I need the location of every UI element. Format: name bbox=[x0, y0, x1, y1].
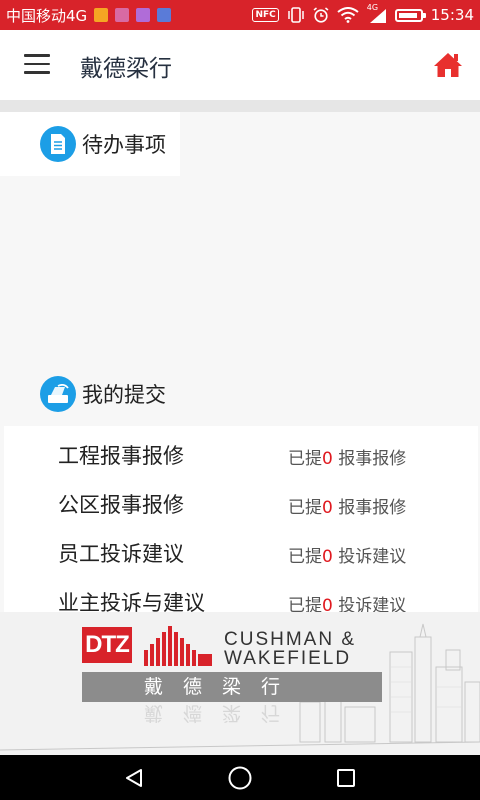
notification-app-icon bbox=[136, 8, 151, 22]
page-title: 戴德梁行 bbox=[80, 56, 172, 82]
status-bar: 中国移动4G NFC 4G 15:34 bbox=[0, 0, 480, 30]
submit-icon bbox=[40, 376, 76, 412]
submission-count: 0 bbox=[322, 498, 333, 518]
clock: 15:34 bbox=[430, 6, 474, 24]
recent-apps-icon[interactable] bbox=[316, 755, 376, 800]
notification-app-icon bbox=[157, 8, 172, 22]
cushman-building-logo bbox=[144, 626, 212, 666]
brand-banner: DTZ CUSHMAN & WAKEFIELD 戴德梁行 戴德梁行 bbox=[0, 612, 480, 755]
battery-icon bbox=[394, 8, 426, 22]
submission-status: 已提0 投诉建议 bbox=[288, 547, 407, 567]
submission-row-staff-complaint[interactable]: 员工投诉建议 已提0 投诉建议 bbox=[4, 528, 478, 577]
app-bar: 戴德梁行 bbox=[0, 30, 480, 100]
notification-app-icon bbox=[94, 8, 109, 22]
dtz-logo: DTZ bbox=[82, 627, 132, 663]
notification-app-icon bbox=[115, 8, 130, 22]
chinese-brand-reflection: 戴德梁行 bbox=[144, 702, 301, 724]
submission-label: 员工投诉建议 bbox=[58, 542, 184, 566]
wifi-icon bbox=[337, 7, 359, 23]
wordmark-line2: WAKEFIELD bbox=[224, 648, 352, 669]
submission-row-engineering-repair[interactable]: 工程报事报修 已提0 报事报修 bbox=[4, 430, 478, 479]
submissions-title: 我的提交 bbox=[82, 383, 166, 407]
submission-status: 已提0 报事报修 bbox=[288, 449, 407, 469]
menu-icon[interactable] bbox=[24, 54, 50, 76]
vibrate-icon bbox=[288, 7, 304, 23]
todo-title: 待办事项 bbox=[82, 133, 166, 157]
submission-row-public-repair[interactable]: 公区报事报修 已提0 报事报修 bbox=[4, 479, 478, 528]
submission-count: 0 bbox=[322, 449, 333, 469]
home-icon[interactable] bbox=[432, 50, 464, 80]
document-icon bbox=[40, 126, 76, 162]
submissions-section-header: 我的提交 bbox=[0, 362, 480, 426]
chinese-brand-name: 戴德梁行 bbox=[82, 672, 382, 702]
cushman-wakefield-wordmark: CUSHMAN & WAKEFIELD bbox=[224, 630, 356, 668]
todo-section-header: 待办事项 bbox=[0, 112, 180, 176]
submission-label: 公区报事报修 bbox=[58, 493, 184, 517]
submissions-list: 工程报事报修 已提0 报事报修 公区报事报修 已提0 报事报修 员工投诉建议 已… bbox=[4, 426, 478, 616]
signal-icon: 4G bbox=[367, 3, 387, 23]
submission-label: 工程报事报修 bbox=[58, 444, 184, 468]
header-divider bbox=[0, 100, 480, 112]
submission-status: 已提0 报事报修 bbox=[288, 498, 407, 518]
nfc-icon: NFC bbox=[252, 8, 279, 22]
carrier-label: 中国移动4G bbox=[6, 6, 88, 25]
todo-list-empty bbox=[0, 176, 480, 362]
submission-count: 0 bbox=[322, 547, 333, 567]
wordmark-line1: CUSHMAN & bbox=[224, 629, 357, 650]
back-icon[interactable] bbox=[104, 755, 164, 800]
alarm-icon bbox=[313, 7, 329, 23]
home-circle-icon[interactable] bbox=[210, 755, 270, 800]
system-nav-bar bbox=[0, 755, 480, 800]
